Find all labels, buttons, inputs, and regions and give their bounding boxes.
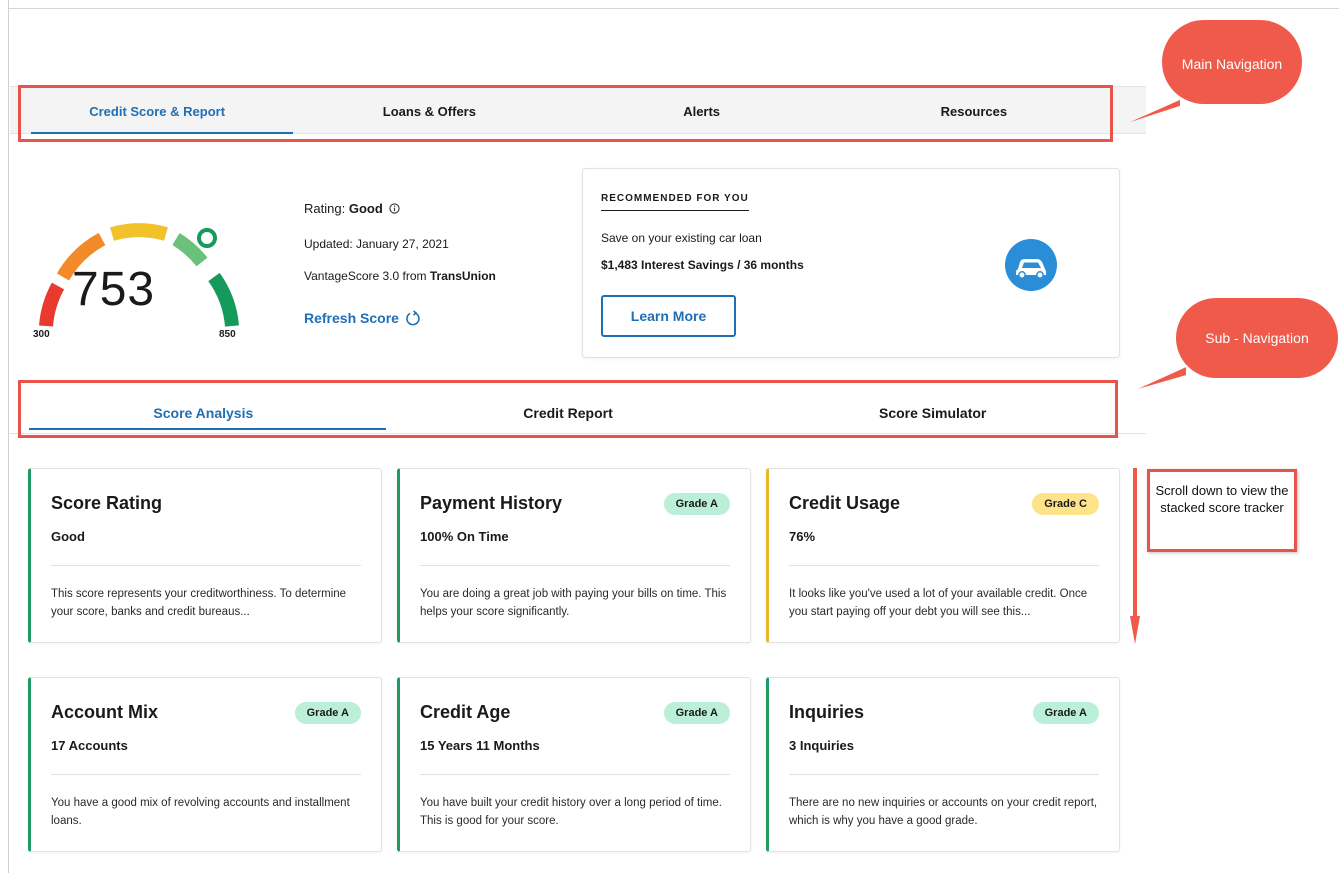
grade-badge: Grade A	[663, 702, 730, 724]
main-navigation: Credit Score & Report Loans & Offers Ale…	[18, 85, 1113, 142]
card-value: 3 Inquiries	[789, 738, 855, 753]
credit-usage-card[interactable]: Credit Usage Grade C 76% It looks like y…	[766, 468, 1120, 643]
recommended-savings: $1,483 Interest Savings / 36 months	[601, 258, 804, 272]
card-divider	[789, 565, 1099, 566]
tab-loans-offers[interactable]: Loans & Offers	[293, 88, 565, 139]
card-divider	[789, 774, 1099, 775]
score-source: VantageScore 3.0 from TransUnion	[304, 269, 496, 283]
scroll-down-arrow-icon	[1130, 468, 1140, 644]
card-title: Inquiries	[789, 702, 865, 722]
rating-value: Good	[348, 201, 383, 216]
card-title: Credit Usage	[789, 493, 901, 513]
card-title: Score Rating	[51, 493, 163, 513]
source-model: VantageScore 3.0 from	[304, 269, 427, 283]
gauge-min-label: 300	[33, 329, 50, 340]
grade-badge: Grade A	[663, 493, 730, 515]
main-nav-callout: Main Navigation	[1162, 20, 1302, 104]
card-value: Good	[51, 529, 85, 544]
gauge-marker-icon	[197, 228, 217, 248]
rating-label: Rating:	[304, 201, 346, 216]
sub-nav-callout: Sub - Navigation	[1176, 298, 1338, 378]
refresh-score-label: Refresh Score	[304, 310, 399, 326]
card-title: Payment History	[420, 493, 563, 513]
card-description: It looks like you've used a lot of your …	[789, 588, 1088, 618]
sub-navigation: Score Analysis Credit Report Score Simul…	[18, 380, 1118, 438]
card-title: Credit Age	[420, 702, 511, 722]
card-description: This score represents your creditworthin…	[51, 588, 347, 618]
credit-score-value: 753	[72, 263, 156, 316]
card-divider	[51, 565, 361, 566]
tab-credit-score-report[interactable]: Credit Score & Report	[21, 88, 294, 139]
window-left-border	[8, 0, 9, 873]
card-divider	[420, 565, 730, 566]
card-divider	[51, 774, 361, 775]
recommended-offer-text: Save on your existing car loan	[601, 231, 762, 245]
tab-score-simulator[interactable]: Score Simulator	[750, 383, 1115, 435]
grade-badge: Grade C	[1032, 493, 1099, 515]
refresh-score-button[interactable]: Refresh Score	[304, 310, 421, 326]
card-divider	[420, 774, 730, 775]
inquiries-card[interactable]: Inquiries Grade A 3 Inquiries There are …	[766, 677, 1120, 852]
card-value: 100% On Time	[420, 529, 509, 544]
tab-score-analysis[interactable]: Score Analysis	[21, 383, 386, 435]
rating-line: Rating: Good	[304, 201, 401, 216]
window-top-border	[8, 8, 1339, 9]
card-description: There are no new inquiries or accounts o…	[789, 797, 1098, 827]
info-icon[interactable]	[389, 203, 401, 214]
card-value: 17 Accounts	[51, 738, 128, 753]
card-description: You are doing a great job with paying yo…	[420, 588, 727, 618]
card-value: 76%	[789, 529, 816, 544]
recommended-title: RECOMMENDED FOR YOU	[601, 193, 749, 211]
tab-alerts[interactable]: Alerts	[566, 88, 838, 139]
learn-more-button[interactable]: Learn More	[601, 295, 736, 337]
updated-date: Updated: January 27, 2021	[304, 237, 449, 251]
account-mix-card[interactable]: Account Mix Grade A 17 Accounts You have…	[28, 677, 382, 852]
recommended-card: RECOMMENDED FOR YOU Save on your existin…	[582, 168, 1120, 358]
payment-history-card[interactable]: Payment History Grade A 100% On Time You…	[397, 468, 751, 643]
grade-badge: Grade A	[294, 702, 361, 724]
score-rating-card[interactable]: Score Rating Good This score represents …	[28, 468, 382, 643]
card-title: Account Mix	[51, 702, 159, 722]
scroll-down-note: Scroll down to view the stacked score tr…	[1147, 469, 1297, 552]
card-description: You have a good mix of revolving account…	[51, 797, 350, 827]
car-icon	[1005, 239, 1057, 291]
tab-credit-report[interactable]: Credit Report	[386, 383, 751, 435]
refresh-icon	[406, 310, 420, 326]
source-bureau: TransUnion	[429, 269, 496, 283]
credit-age-card[interactable]: Credit Age Grade A 15 Years 11 Months Yo…	[397, 677, 751, 852]
card-description: You have built your credit history over …	[420, 797, 722, 827]
card-value: 15 Years 11 Months	[420, 738, 540, 753]
tab-resources[interactable]: Resources	[838, 88, 1110, 139]
gauge-max-label: 850	[219, 329, 236, 340]
grade-badge: Grade A	[1032, 702, 1099, 724]
